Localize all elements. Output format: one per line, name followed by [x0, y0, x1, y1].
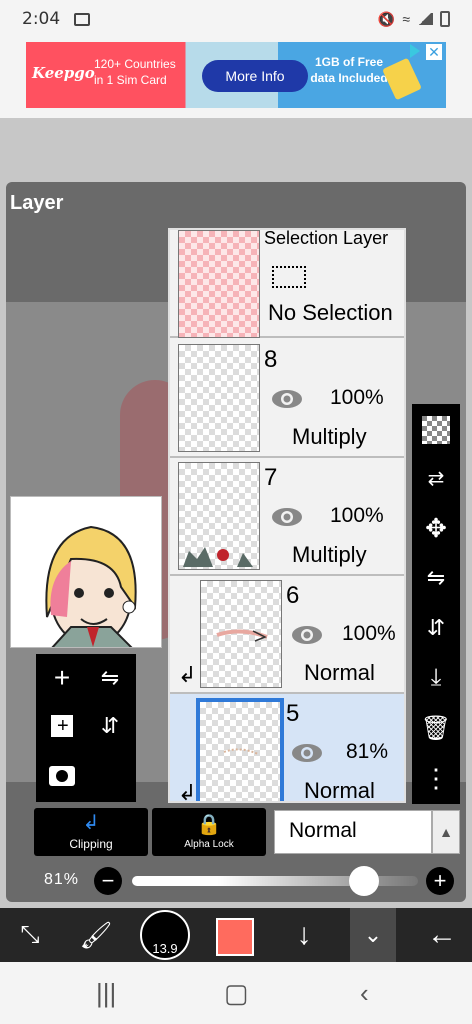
visibility-eye-icon[interactable]: [290, 624, 324, 646]
layer-opacity: 100%: [330, 386, 384, 409]
alpha-lock-button[interactable]: 🔒 Alpha Lock: [152, 808, 266, 856]
layer-thumbnail: [178, 462, 260, 570]
layer-thumbnail-art: [216, 629, 268, 642]
clipping-indicator-icon: ↲: [178, 780, 197, 803]
layer-blend-mode: Normal: [304, 778, 375, 803]
ad-banner[interactable]: Keepgo 120+ Countries in 1 Sim Card More…: [26, 42, 446, 108]
arrow-down-icon[interactable]: ↓: [274, 908, 334, 962]
layer-blend-mode: Multiply: [292, 424, 367, 449]
preview-artwork: [45, 525, 137, 647]
opacity-label: 81%: [44, 871, 80, 888]
mute-icon: 🔇: [377, 10, 396, 27]
layer-number: 6: [286, 582, 300, 609]
ad-close-icon[interactable]: ✕: [426, 44, 442, 60]
brush-icon[interactable]: 🖌: [66, 908, 126, 962]
ad-left-text: 120+ Countries in 1 Sim Card: [94, 56, 176, 88]
layer-row-6[interactable]: ↲ 6 100% Normal: [170, 576, 404, 694]
system-nav-bar: ||| ▢ ‹: [0, 962, 472, 1024]
clipping-icon: ↲: [82, 812, 100, 834]
transform-eraser-icon[interactable]: ⤡: [0, 908, 60, 962]
selection-status: No Selection: [268, 300, 393, 325]
flip-vertical-icon[interactable]: ⇵: [88, 704, 132, 748]
brush-size-indicator[interactable]: 13.9: [140, 910, 190, 960]
layer-thumbnail: [178, 344, 260, 452]
layer-blend-mode: Multiply: [292, 542, 367, 567]
brush-size-value: 13.9: [152, 941, 178, 956]
blend-mode-dropdown-icon[interactable]: ▲: [432, 810, 460, 854]
battery-icon: [440, 11, 450, 27]
layer-opacity: 100%: [330, 504, 384, 527]
delete-layer-icon[interactable]: 🗑: [412, 704, 460, 752]
selection-layer-title: Selection Layer: [264, 228, 389, 248]
flip-horizontal-icon[interactable]: ⇋: [412, 554, 460, 602]
layer-row-5-selected[interactable]: ↲ 5 81% Normal: [170, 694, 404, 803]
ad-container: Keepgo 120+ Countries in 1 Sim Card More…: [0, 38, 472, 118]
gallery-notification-icon: [74, 12, 91, 26]
selection-layer-thumbnail: [178, 230, 260, 338]
ad-brand-logo: Keepgo: [32, 64, 95, 82]
layer-number: 5: [286, 700, 300, 727]
layer-thumbnail: [200, 580, 282, 688]
camera-icon[interactable]: [40, 754, 84, 798]
status-bar: 2:04 🔇 ≈: [0, 0, 472, 38]
selection-layer-row[interactable]: Selection Layer No Selection: [170, 228, 404, 338]
opacity-bar: 81% − +: [0, 862, 472, 900]
ad-right-text: 1GB of Free data Included: [304, 54, 394, 86]
left-layer-tools: + ⇋ + ⇵: [36, 654, 136, 802]
right-layer-tools: ⇄ ✥ ⇋ ⇵ ⤓ 🗑 ⋮: [412, 404, 460, 804]
layer-panel-title: Layer: [10, 192, 64, 214]
duplicate-layer-button[interactable]: +: [40, 704, 84, 748]
layer-row-8[interactable]: 8 100% Multiply: [170, 340, 404, 458]
layer-thumbnail-art: [183, 547, 253, 567]
status-time: 2:04: [22, 9, 61, 29]
nav-back-icon[interactable]: ‹: [360, 978, 369, 1009]
layer-thumbnail-art: [223, 748, 259, 755]
collapse-menu-icon[interactable]: ⌄: [350, 908, 396, 962]
alpha-lock-icon: 🔒: [196, 813, 222, 836]
add-layer-button[interactable]: +: [40, 656, 84, 700]
clipping-button[interactable]: ↲ Clipping: [34, 808, 148, 856]
merge-down-icon[interactable]: ⤓: [412, 654, 460, 702]
layer-opacity: 81%: [346, 740, 389, 763]
main-toolbar: ⤡ 🖌 13.9 ↓ ⌄ ←: [0, 908, 472, 962]
layer-number: 8: [264, 346, 278, 373]
status-icons: 🔇 ≈: [378, 11, 450, 28]
back-arrow-icon[interactable]: ←: [412, 908, 472, 962]
opacity-decrease-button[interactable]: −: [94, 867, 122, 895]
layer-list[interactable]: Selection Layer No Selection 8 100% Mult…: [168, 228, 406, 803]
swap-layer-icon[interactable]: ⇄: [412, 454, 460, 502]
signal-icon: [417, 13, 433, 25]
alpha-lock-label: Alpha Lock: [184, 838, 234, 850]
ad-left-line2: in 1 Sim Card: [94, 73, 167, 87]
clipping-indicator-icon: ↲: [178, 662, 197, 687]
layer-opacity: 100%: [342, 622, 396, 645]
visibility-eye-icon[interactable]: [290, 742, 324, 764]
layer-row-7[interactable]: 7 100% Multiply: [170, 458, 404, 576]
blend-mode-select[interactable]: Normal: [274, 810, 432, 854]
ad-right-line2: data Included: [310, 71, 388, 85]
transparent-fill-icon[interactable]: [412, 406, 460, 454]
ad-info-icon[interactable]: [410, 44, 424, 58]
selection-marquee-icon: [272, 266, 306, 288]
opacity-increase-button[interactable]: +: [426, 867, 454, 895]
layer-blend-mode: Normal: [304, 660, 375, 685]
home-icon[interactable]: ▢: [224, 978, 249, 1009]
ad-more-info-button[interactable]: More Info: [202, 60, 308, 92]
visibility-eye-icon[interactable]: [270, 506, 304, 528]
opacity-slider-knob[interactable]: [348, 866, 379, 896]
canvas-preview[interactable]: [10, 496, 162, 648]
flip-vertical-icon[interactable]: ⇵: [412, 604, 460, 652]
more-options-icon[interactable]: ⋮: [412, 754, 460, 802]
clipping-label: Clipping: [69, 837, 113, 851]
ad-left-line1: 120+ Countries: [94, 57, 176, 71]
flip-horizontal-icon[interactable]: ⇋: [88, 656, 132, 700]
visibility-eye-icon[interactable]: [270, 388, 304, 410]
wifi-icon: ≈: [402, 11, 410, 27]
move-icon[interactable]: ✥: [412, 504, 460, 552]
color-swatch[interactable]: [216, 918, 254, 956]
layer-thumbnail: [196, 698, 284, 801]
layer-number: 7: [264, 464, 278, 491]
ad-right-line1: 1GB of Free: [314, 55, 383, 69]
recent-apps-icon[interactable]: |||: [96, 978, 116, 1009]
